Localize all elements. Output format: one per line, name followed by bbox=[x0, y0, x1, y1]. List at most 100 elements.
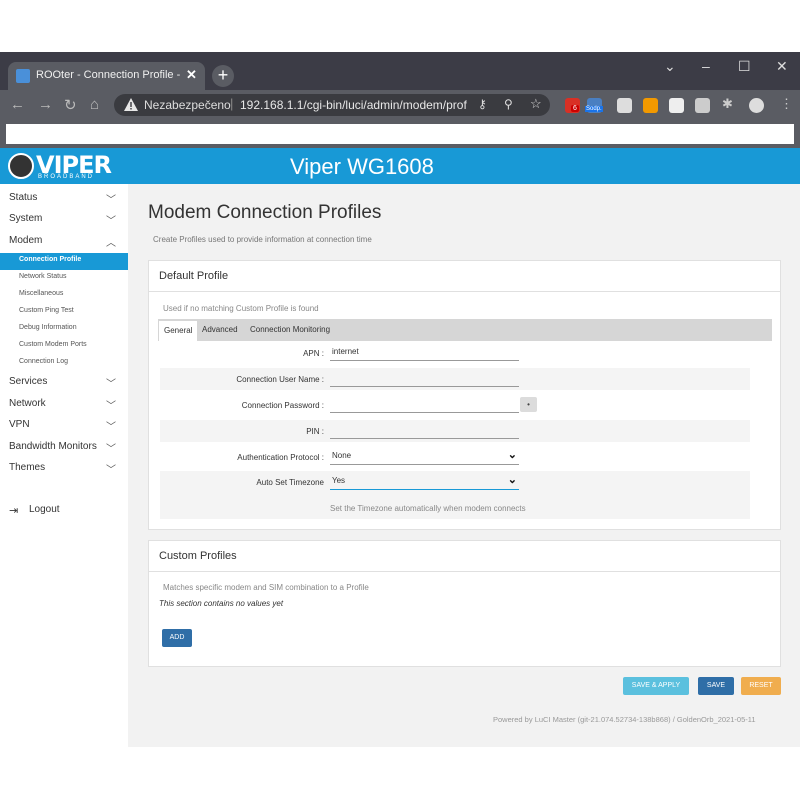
custom-profiles-panel: Custom Profiles Matches specific modem a… bbox=[148, 540, 781, 667]
chevron-up-icon: ︿ bbox=[106, 238, 116, 249]
bookmark-star-icon[interactable]: ☆ bbox=[530, 96, 542, 112]
back-icon[interactable]: ← bbox=[10, 96, 25, 113]
gmail-badge: 6 bbox=[571, 105, 579, 112]
panel-description: Matches specific modem and SIM combinati… bbox=[163, 583, 369, 592]
gmail-extension-icon[interactable]: 6 bbox=[565, 98, 580, 113]
calendar-extension-icon[interactable]: Sodp. bbox=[585, 98, 603, 113]
insecure-label: Nezabezpečeno bbox=[144, 98, 231, 112]
image-extension-icon[interactable] bbox=[695, 98, 710, 113]
tab-advanced[interactable]: Advanced bbox=[202, 325, 238, 334]
menu-kebab-icon[interactable]: ⋮ bbox=[780, 96, 793, 112]
chevron-down-icon: ﹀ bbox=[106, 216, 116, 227]
sidebar-subitem-label: Custom Ping Test bbox=[19, 307, 74, 314]
zoom-icon[interactable]: ⚲ bbox=[504, 97, 513, 111]
tab-general[interactable]: General bbox=[159, 321, 197, 341]
sidebar-subitem-label: Connection Log bbox=[19, 358, 69, 365]
reload-icon[interactable]: ↻ bbox=[64, 96, 77, 114]
auth-select[interactable]: None ⌄ bbox=[330, 449, 519, 465]
default-profile-panel: Default Profile Used if no matching Cust… bbox=[148, 260, 781, 530]
password-input[interactable] bbox=[330, 397, 519, 413]
key-icon[interactable]: ⚷ bbox=[478, 97, 487, 111]
tab-connection-monitoring[interactable]: Connection Monitoring bbox=[250, 325, 330, 334]
sidebar-subitem-label: Debug Information bbox=[19, 324, 77, 331]
sidebar-subitem-miscellaneous[interactable]: Miscellaneous bbox=[0, 287, 128, 304]
sidebar-subitem-label: Miscellaneous bbox=[19, 290, 64, 297]
pin-row: PIN : bbox=[160, 420, 750, 442]
apn-input[interactable]: internet bbox=[330, 345, 519, 361]
user-input[interactable] bbox=[330, 371, 519, 387]
sidebar-subitem-network-status[interactable]: Network Status bbox=[0, 270, 128, 287]
password-label: Connection Password : bbox=[241, 401, 324, 410]
sidebar: Status ﹀ System ﹀ Modem ︿ Connection Pro… bbox=[0, 184, 128, 747]
sidebar-subitem-custom-ping-test[interactable]: Custom Ping Test bbox=[0, 304, 128, 321]
url-text[interactable]: 192.168.1.1/cgi-bin/luci/admin/modem/pro… bbox=[240, 98, 467, 112]
sidebar-item-label: Bandwidth Monitors bbox=[9, 441, 97, 452]
auth-label: Authentication Protocol : bbox=[237, 453, 324, 462]
checkbox-extension-icon[interactable] bbox=[669, 98, 684, 113]
timezone-select[interactable]: Yes ⌄ bbox=[330, 474, 519, 490]
timezone-help: Set the Timezone automatically when mode… bbox=[330, 504, 526, 513]
sidebar-item-themes[interactable]: Themes ﹀ bbox=[0, 459, 128, 479]
sidebar-item-system[interactable]: System ﹀ bbox=[0, 210, 128, 230]
sidebar-subitem-connection-profile[interactable]: Connection Profile bbox=[0, 253, 128, 270]
empty-note: This section contains no values yet bbox=[159, 599, 284, 608]
sidebar-item-label: System bbox=[9, 213, 43, 224]
main-content: Modem Connection Profiles Create Profile… bbox=[128, 184, 800, 747]
reveal-password-button[interactable]: • bbox=[520, 397, 537, 412]
panel-description: Used if no matching Custom Profile is fo… bbox=[163, 304, 319, 313]
timezone-row: Auto Set Timezone Yes ⌄ Set the Timezone… bbox=[160, 471, 750, 519]
pin-label: PIN : bbox=[306, 427, 324, 436]
auth-select-value: None bbox=[332, 451, 352, 460]
sidebar-item-label: Modem bbox=[9, 235, 43, 246]
logout-link[interactable]: Logout bbox=[29, 504, 60, 515]
timezone-select-value: Yes bbox=[332, 476, 346, 485]
sidebar-item-status[interactable]: Status ﹀ bbox=[0, 189, 128, 209]
add-button[interactable]: ADD bbox=[162, 629, 192, 647]
chevron-down-icon: ﹀ bbox=[106, 465, 116, 476]
screenshot: ROOter - Connection Profile - LuCI ✕ + ⌄… bbox=[0, 0, 800, 800]
sidebar-item-label: Themes bbox=[9, 462, 46, 473]
panel-title: Custom Profiles bbox=[159, 550, 237, 562]
analytics-extension-icon[interactable] bbox=[643, 98, 658, 113]
tab-title: ROOter - Connection Profile - LuCI bbox=[36, 69, 182, 81]
sidebar-item-label: VPN bbox=[9, 419, 30, 430]
url-separator: | bbox=[230, 96, 234, 111]
user-row: Connection User Name : bbox=[160, 368, 750, 390]
address-bar[interactable]: Nezabezpečeno | 192.168.1.1/cgi-bin/luci… bbox=[114, 94, 550, 116]
sidebar-subitem-debug-information[interactable]: Debug Information bbox=[0, 321, 128, 338]
browser-tab[interactable]: ROOter - Connection Profile - LuCI ✕ bbox=[8, 62, 205, 90]
window-close-icon[interactable]: ✕ bbox=[776, 58, 788, 75]
extension-icon[interactable] bbox=[617, 98, 632, 113]
pin-input[interactable] bbox=[330, 423, 519, 439]
profile-avatar[interactable] bbox=[749, 98, 764, 113]
logout-icon[interactable]: ⇥ bbox=[9, 504, 18, 517]
save-apply-button[interactable]: SAVE & APPLY bbox=[623, 677, 689, 695]
profile-tabs: General Advanced Connection Monitoring bbox=[158, 319, 772, 341]
chevron-down-icon: ⌄ bbox=[507, 449, 517, 461]
logo-icon bbox=[8, 153, 34, 179]
bookmarks-bar bbox=[0, 120, 800, 148]
save-button[interactable]: SAVE bbox=[698, 677, 734, 695]
sidebar-item-label: Services bbox=[9, 376, 48, 387]
auth-row: Authentication Protocol : None ⌄ bbox=[160, 446, 750, 468]
password-row: Connection Password : • bbox=[160, 394, 750, 416]
divider bbox=[149, 291, 780, 292]
divider bbox=[149, 571, 780, 572]
puzzle-icon[interactable]: ✱ bbox=[722, 96, 733, 112]
tab-search-icon[interactable]: ⌄ bbox=[664, 58, 676, 75]
maximize-icon[interactable]: ☐ bbox=[738, 58, 751, 75]
site-header: VIPER BROADBAND Viper WG1608 bbox=[0, 148, 800, 184]
tab-close-icon[interactable]: ✕ bbox=[186, 67, 197, 83]
sidebar-item-modem[interactable]: Modem ︿ bbox=[0, 232, 128, 252]
page-title: Modem Connection Profiles bbox=[148, 202, 382, 223]
reset-button[interactable]: RESET bbox=[741, 677, 781, 695]
home-icon[interactable]: ⌂ bbox=[90, 96, 99, 113]
forward-icon[interactable]: → bbox=[38, 96, 53, 113]
chevron-down-icon: ⌄ bbox=[507, 474, 517, 486]
sidebar-subitem-label: Connection Profile bbox=[19, 256, 82, 263]
minimize-icon[interactable]: – bbox=[702, 58, 710, 74]
new-tab-button[interactable]: + bbox=[212, 65, 234, 87]
sidebar-item-label: Network bbox=[9, 398, 46, 409]
sidebar-subitem-label: Custom Modem Ports bbox=[19, 341, 87, 348]
logo-subtext: BROADBAND bbox=[38, 174, 95, 180]
